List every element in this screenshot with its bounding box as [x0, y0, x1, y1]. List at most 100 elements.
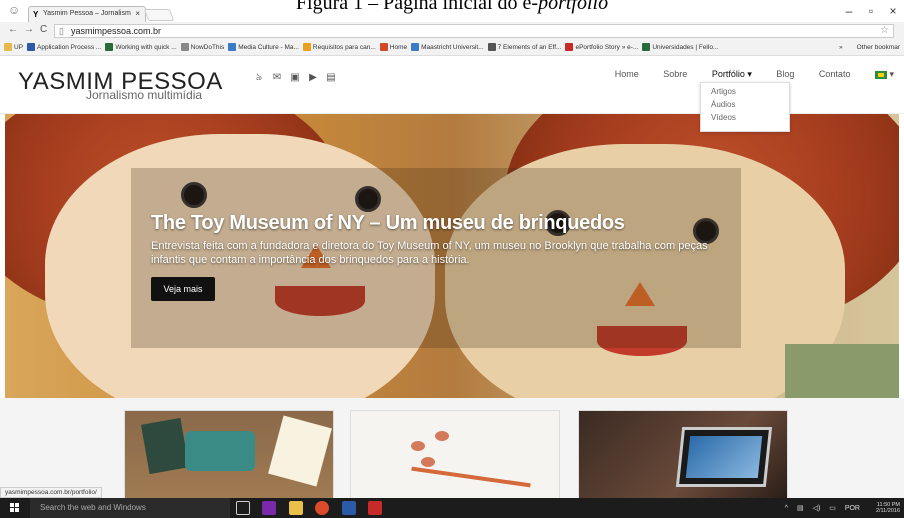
- bookmark-label: Application Process ...: [37, 44, 102, 51]
- bookmarks-overflow-icon[interactable]: »: [839, 44, 843, 51]
- bookmark-item[interactable]: Maastricht Universit...: [411, 43, 484, 51]
- bookmark-item[interactable]: NowDoThis: [180, 43, 225, 51]
- volume-icon[interactable]: ◁): [813, 505, 821, 512]
- notebook-shape: [140, 417, 190, 475]
- typewriter-shape: [185, 431, 255, 471]
- bookmark-label: Working with quick ...: [115, 44, 177, 51]
- bookmark-item[interactable]: Home: [379, 43, 408, 51]
- other-bookmarks[interactable]: » Other bookmar: [839, 44, 900, 51]
- dropdown-item-videos[interactable]: Vídeos: [711, 113, 779, 122]
- hero-description: Entrevista feita com a fundadora e diret…: [151, 240, 708, 266]
- taskbar-search-input[interactable]: Search the web and Windows: [30, 498, 230, 518]
- card-laptop[interactable]: [578, 410, 788, 500]
- premiere-icon[interactable]: [262, 501, 277, 515]
- bookmark-item[interactable]: Media Culture - Ma...: [228, 43, 299, 51]
- acrobat-icon[interactable]: [368, 501, 383, 515]
- caption-text: Figura 1 – Página inicial do e-: [295, 0, 539, 14]
- shaving-shape: [421, 457, 435, 467]
- clock-date: 2/11/2016: [875, 508, 900, 514]
- youtube-icon[interactable]: ▶: [304, 72, 322, 83]
- caption-italic: portfolio: [538, 0, 609, 14]
- bookmark-label: Media Culture - Ma...: [238, 44, 299, 51]
- bookmark-item[interactable]: Application Process ...: [27, 43, 102, 51]
- linkedin-icon[interactable]: ▤: [322, 72, 340, 83]
- chrome-icon[interactable]: [315, 501, 330, 515]
- dropdown-item-artigos[interactable]: Artigos: [711, 87, 779, 96]
- nav-home[interactable]: Home: [615, 69, 639, 79]
- keyboard-icon[interactable]: ▭: [829, 505, 836, 512]
- back-icon[interactable]: ←: [8, 24, 18, 35]
- hero-title: The Toy Museum of NY – Um museu de brinq…: [151, 212, 625, 234]
- social-links: ৯ ✉ ▣ ▶ ▤: [250, 70, 340, 87]
- bookmark-favicon-icon: [27, 43, 36, 51]
- language-selector[interactable]: ▾: [874, 69, 894, 80]
- bookmark-item[interactable]: ePortfolio Story » e-...: [565, 43, 639, 51]
- bookmark-favicon-icon: [411, 43, 420, 51]
- site-tagline: Jornalismo multimídia: [86, 88, 203, 102]
- bookmark-favicon-icon: [487, 43, 496, 51]
- windows-taskbar: Search the web and Windows ^ ▤ ◁) ▭ POR …: [0, 498, 904, 518]
- bookmark-favicon-icon: [379, 43, 388, 51]
- shaving-shape: [435, 431, 449, 441]
- file-explorer-icon[interactable]: [288, 501, 303, 515]
- bookmarks-bar: UP Application Process ... Working with qu…: [0, 40, 904, 56]
- nav-contato[interactable]: Contato: [819, 69, 851, 79]
- instagram-icon[interactable]: ▣: [286, 72, 304, 83]
- page-icon: ▯: [59, 26, 64, 36]
- document-caption: Figura 1 – Página inicial do e-portfolio: [0, 0, 904, 14]
- bookmark-label: Home: [389, 44, 408, 51]
- veja-mais-button[interactable]: Veja mais: [151, 277, 215, 301]
- mail-icon[interactable]: ✉: [268, 72, 286, 83]
- forward-icon[interactable]: →: [24, 24, 34, 35]
- status-url: yasmimpessoa.com.br/portfolio/: [0, 487, 102, 498]
- task-view-icon[interactable]: [236, 501, 250, 515]
- card-typewriter[interactable]: [124, 410, 334, 500]
- nav-sobre[interactable]: Sobre: [663, 69, 687, 79]
- clock[interactable]: 11:50 PM 2/11/2016: [869, 502, 900, 514]
- bookmark-favicon-icon: [4, 43, 12, 51]
- word-icon[interactable]: [341, 501, 356, 515]
- laptop-shape: [675, 427, 773, 487]
- brazil-flag-icon: [874, 70, 887, 79]
- system-tray: ^ ▤ ◁) ▭ POR 11:50 PM 2/11/2016: [778, 502, 900, 514]
- paper-shape: [268, 415, 332, 487]
- taskbar-apps: [236, 501, 390, 518]
- bookmark-favicon-icon: [302, 43, 311, 51]
- nav-blog[interactable]: Blog: [776, 69, 794, 79]
- other-bookmarks-label: Other bookmar: [856, 44, 900, 51]
- dropdown-item-audios[interactable]: Áudios: [711, 100, 779, 109]
- bookmark-label: ePortfolio Story » e-...: [575, 44, 639, 51]
- bookmark-item[interactable]: 7 Elements of an Eff...: [487, 43, 561, 51]
- hero-banner: The Toy Museum of NY – Um museu de brinq…: [5, 114, 899, 398]
- pencil-shape: [411, 466, 531, 488]
- bookmark-favicon-icon: [565, 43, 574, 51]
- rss-icon[interactable]: ৯: [250, 70, 268, 87]
- bookmark-favicon-icon: [105, 43, 114, 51]
- nav-portfolio[interactable]: Portfólio ▾: [712, 69, 752, 80]
- site-header: YASMIM PESSOA Jornalismo multimídia ৯ ✉ ▣ ▶…: [0, 56, 904, 132]
- bookmark-item[interactable]: UP: [4, 43, 24, 51]
- bookmark-label: UP: [14, 44, 24, 51]
- bookmark-label: Universidades | Fello...: [652, 44, 719, 51]
- bookmark-favicon-icon: [180, 43, 189, 51]
- bookmark-label: NowDoThis: [190, 44, 225, 51]
- bookmark-item[interactable]: Universidades | Fello...: [642, 43, 719, 51]
- laptop-screen: [685, 436, 763, 478]
- reload-icon[interactable]: C: [40, 24, 47, 35]
- card-pencil[interactable]: [350, 410, 560, 500]
- portfolio-dropdown: Artigos Áudios Vídeos: [700, 82, 790, 132]
- nav-buttons: ← → C: [8, 24, 53, 35]
- url-input[interactable]: ▯ yasmimpessoa.com.br ☆: [54, 24, 894, 38]
- language-indicator[interactable]: POR: [845, 505, 860, 512]
- windows-start-icon[interactable]: [10, 503, 20, 513]
- bookmark-label: Maastricht Universit...: [421, 44, 484, 51]
- tray-chevron-icon[interactable]: ^: [785, 505, 788, 512]
- bookmark-item[interactable]: Working with quick ...: [105, 43, 177, 51]
- portfolio-cards: [0, 398, 904, 500]
- bookmark-star-icon[interactable]: ☆: [880, 25, 889, 36]
- network-icon[interactable]: ▤: [797, 505, 804, 512]
- main-nav: Home Sobre Portfólio ▾ Blog Contato ▾: [593, 69, 894, 80]
- shaving-shape: [411, 441, 425, 451]
- bookmark-item[interactable]: Requisitos para can...: [302, 43, 376, 51]
- address-bar: ← → C ▯ yasmimpessoa.com.br ☆: [0, 22, 904, 40]
